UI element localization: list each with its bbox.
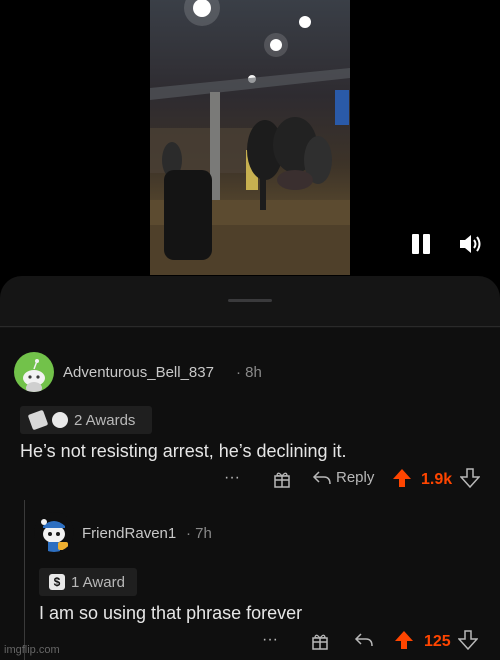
awards-label: 1 Award	[71, 573, 125, 591]
reply-icon	[354, 633, 373, 647]
gift-icon	[312, 634, 328, 650]
comment-age-value: 8h	[245, 364, 262, 381]
comment-username[interactable]: FriendRaven1	[82, 525, 176, 542]
comment-age-value: 7h	[195, 525, 212, 542]
video-frame[interactable]	[150, 0, 350, 275]
pause-icon[interactable]	[410, 234, 432, 256]
vote-score: 125	[424, 633, 451, 650]
downvote-button[interactable]	[459, 468, 481, 492]
avatar[interactable]	[14, 352, 54, 392]
comment-age: · 7h	[186, 525, 212, 542]
volume-icon[interactable]	[458, 232, 484, 256]
awards-badge[interactable]: 2 Awards	[20, 406, 152, 434]
reply-button[interactable]	[354, 632, 374, 652]
give-award-button[interactable]	[272, 469, 292, 493]
comment-age: · 8h	[236, 364, 262, 381]
more-options-button[interactable]: ···	[224, 469, 240, 487]
downvote-icon	[459, 468, 481, 489]
downvote-icon	[457, 630, 479, 651]
vote-score: 1.9k	[421, 471, 453, 488]
award-icon	[52, 412, 68, 428]
video-scene	[150, 0, 350, 275]
reply-button[interactable]: Reply	[312, 469, 374, 486]
avatar[interactable]	[34, 512, 74, 552]
sheet-divider	[0, 326, 500, 327]
thread-line	[24, 500, 25, 660]
video-player[interactable]	[0, 0, 500, 275]
upvote-icon	[395, 631, 413, 649]
comment-username[interactable]: Adventurous_Bell_837	[63, 364, 214, 381]
comment-body: I am so using that phrase forever	[39, 603, 303, 623]
comment-body: He’s not resisting arrest, he’s declinin…	[20, 441, 347, 461]
downvote-button[interactable]	[457, 630, 479, 654]
reply-label: Reply	[336, 469, 375, 486]
awards-label: 2 Awards	[74, 411, 136, 429]
award-icon	[27, 409, 49, 431]
upvote-button[interactable]	[394, 630, 414, 654]
award-icon: $	[49, 574, 65, 590]
awards-badge[interactable]: $ 1 Award	[39, 568, 137, 596]
watermark: imgflip.com	[4, 644, 60, 656]
upvote-button[interactable]	[392, 468, 412, 492]
more-options-button[interactable]: ···	[262, 631, 278, 649]
upvote-icon	[393, 469, 411, 487]
gift-icon	[274, 472, 290, 488]
give-award-button[interactable]	[310, 631, 330, 655]
sheet-grabber[interactable]	[228, 299, 272, 302]
reply-icon	[312, 470, 331, 484]
